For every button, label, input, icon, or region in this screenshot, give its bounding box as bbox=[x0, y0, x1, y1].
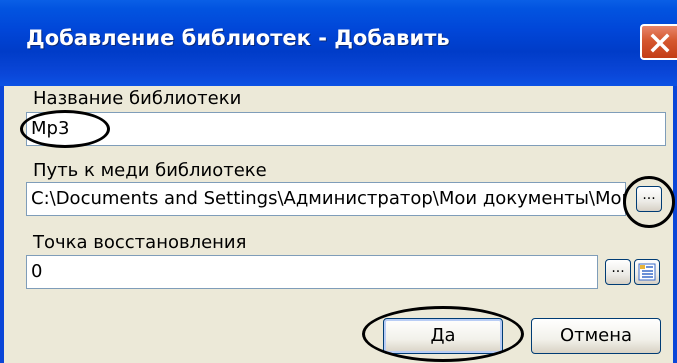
restore-point-label: Точка восстановления bbox=[33, 232, 247, 253]
restore-point-list-button[interactable] bbox=[634, 259, 660, 285]
annotation-circle-ok bbox=[362, 306, 524, 362]
library-name-input[interactable]: Mp3 bbox=[26, 112, 666, 146]
window-frame-right bbox=[673, 86, 677, 363]
restore-point-list-icon bbox=[638, 263, 656, 281]
annotation-circle-browse bbox=[623, 176, 675, 228]
add-library-dialog: Добавление библиотек - Добавить Название… bbox=[0, 0, 677, 363]
annotation-circle-name bbox=[20, 110, 110, 148]
title-bar[interactable]: Добавление библиотек - Добавить bbox=[0, 0, 677, 86]
cancel-button-label: Отмена bbox=[559, 325, 633, 346]
dialog-title: Добавление библиотек - Добавить bbox=[26, 26, 450, 50]
close-icon bbox=[650, 33, 670, 53]
restore-point-input[interactable]: 0 bbox=[26, 255, 598, 289]
browse-restore-button[interactable]: ... bbox=[605, 259, 631, 285]
library-path-input[interactable]: C:\Documents and Settings\Администратор\… bbox=[26, 182, 626, 216]
browse-restore-button-label: ... bbox=[611, 260, 625, 276]
window-frame-left bbox=[0, 86, 4, 363]
library-name-label: Название библиотеки bbox=[33, 88, 242, 109]
library-path-value: C:\Documents and Settings\Администратор\… bbox=[31, 188, 626, 209]
cancel-button[interactable]: Отмена bbox=[531, 318, 661, 354]
restore-point-value: 0 bbox=[31, 261, 43, 282]
library-path-label: Путь к меди библиотеке bbox=[33, 160, 267, 181]
close-button[interactable] bbox=[640, 24, 677, 60]
